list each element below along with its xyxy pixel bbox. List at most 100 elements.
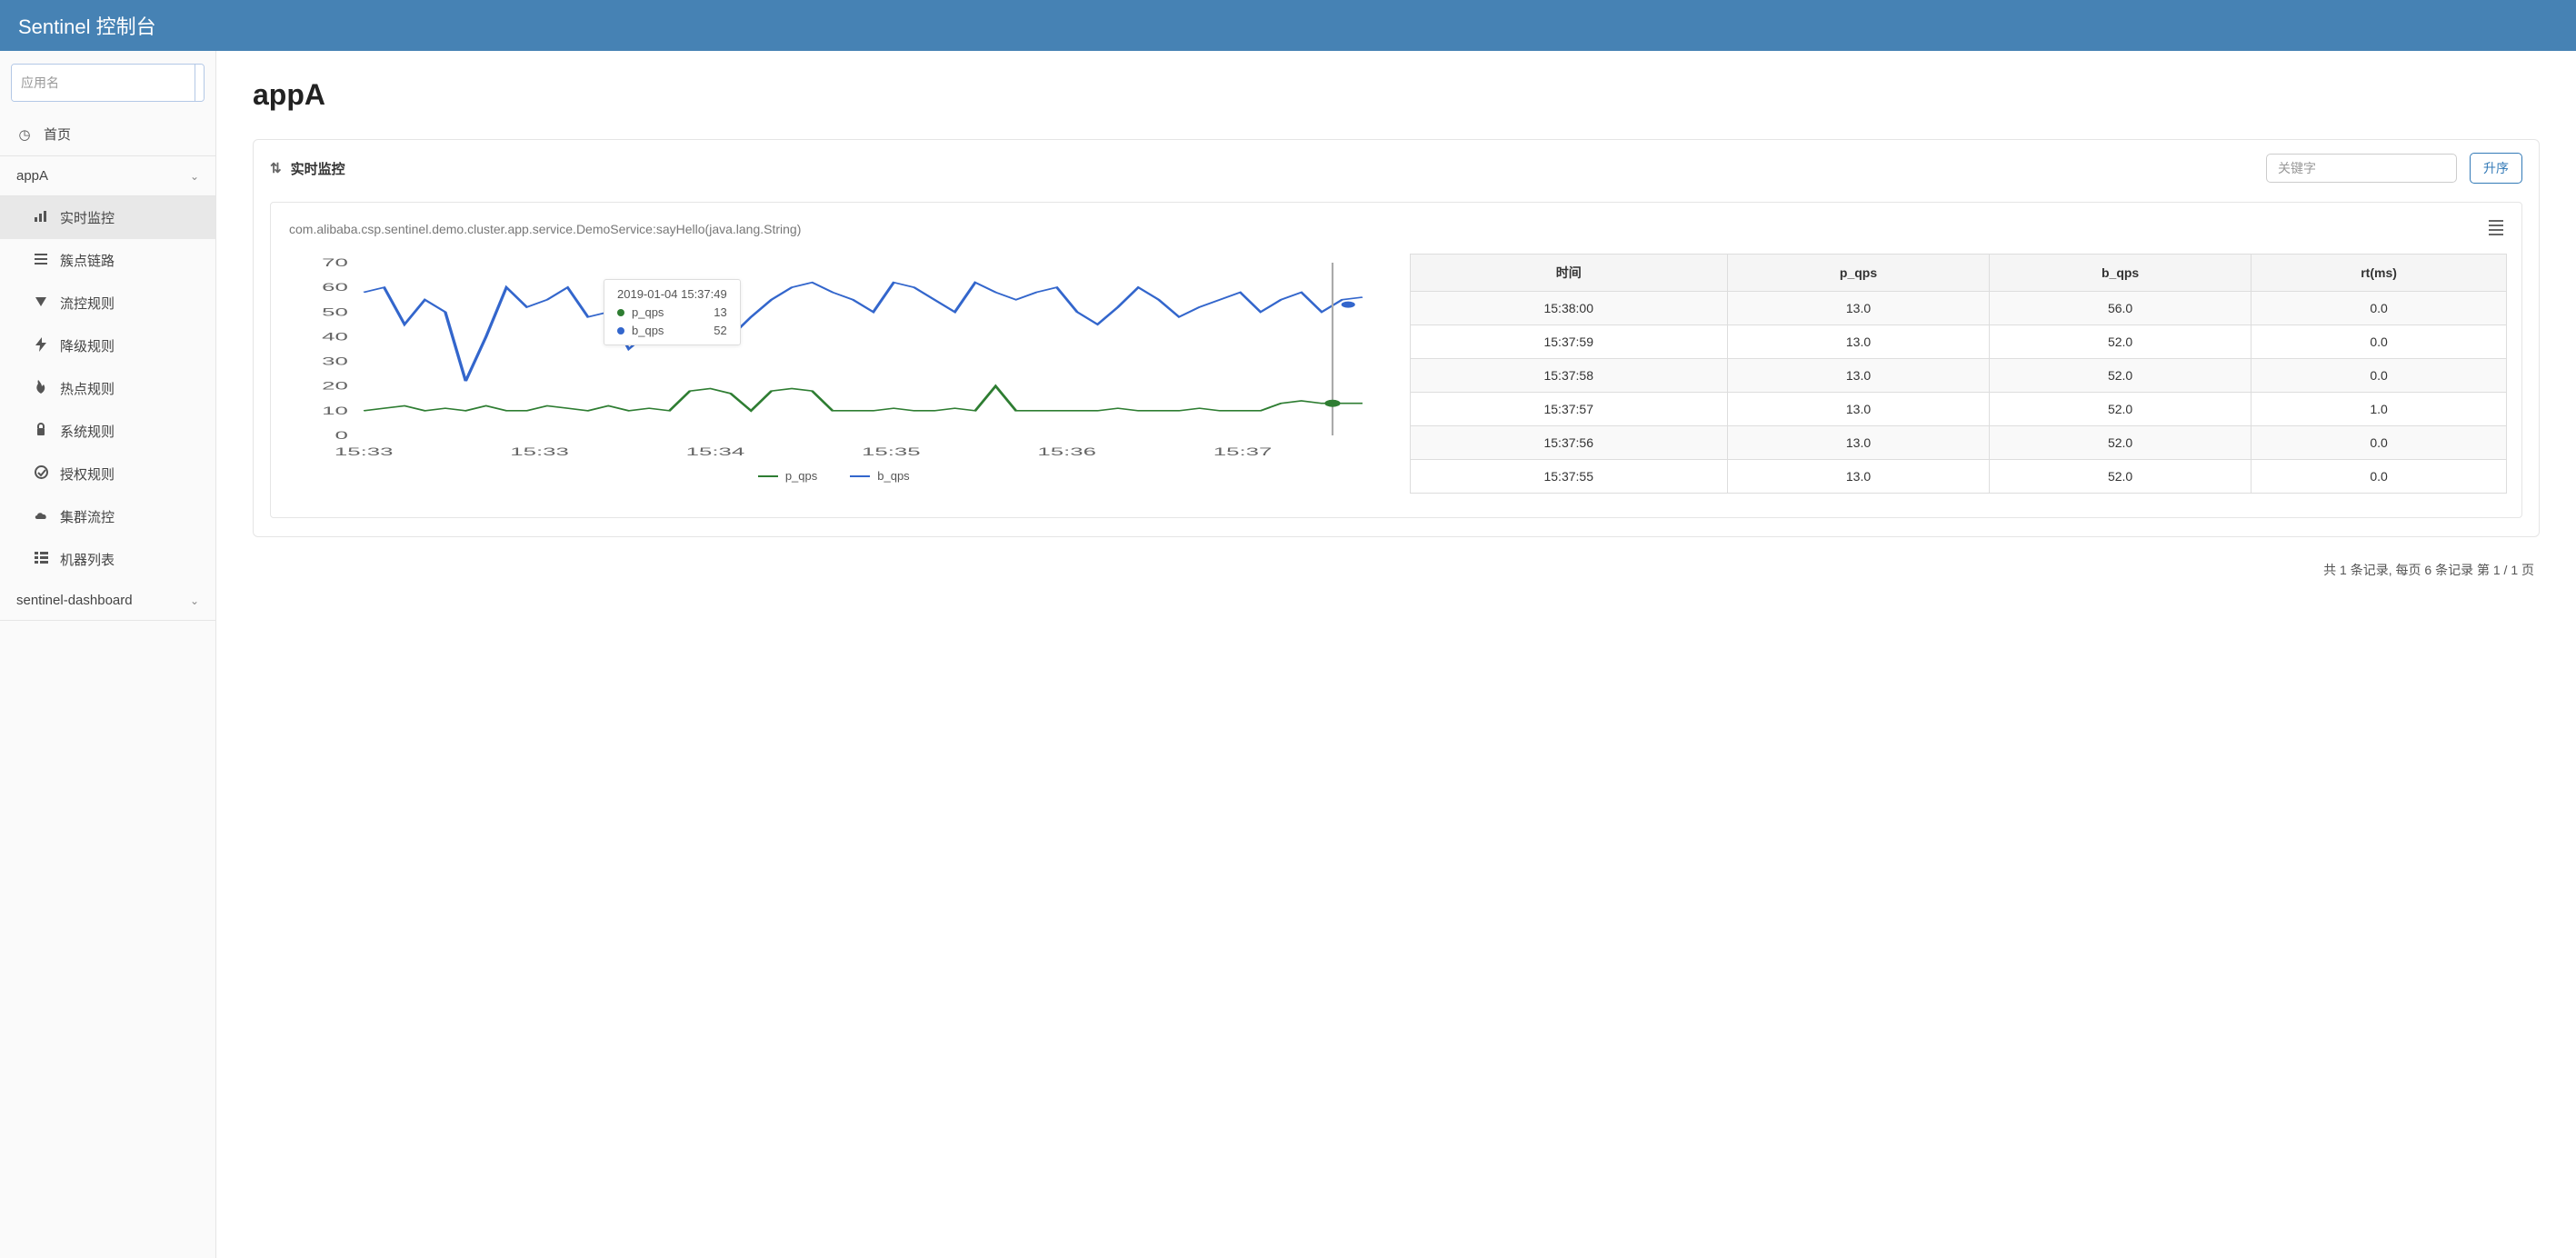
table-row: 15:38:0013.056.00.0	[1410, 292, 2507, 325]
resource-name: com.alibaba.csp.sentinel.demo.cluster.ap…	[289, 222, 801, 236]
sidebar-item-param[interactable]: 热点规则	[0, 367, 215, 410]
resource-panel: com.alibaba.csp.sentinel.demo.cluster.ap…	[270, 202, 2522, 518]
table-cell: 52.0	[1990, 325, 2252, 359]
sidebar-item-label: 流控规则	[60, 294, 115, 313]
table-cell: 52.0	[1990, 426, 2252, 460]
sidebar-item-label: 实时监控	[60, 208, 115, 227]
table-cell: 13.0	[1727, 325, 1989, 359]
table-cell: 0.0	[2252, 460, 2507, 494]
authority-icon	[33, 465, 49, 483]
svg-text:70: 70	[322, 257, 348, 269]
sidebar-item-label: 降级规则	[60, 336, 115, 355]
degrade-icon	[33, 337, 49, 355]
hamburger-icon[interactable]	[2489, 217, 2503, 241]
tooltip-series-name: p_qps	[632, 305, 664, 319]
sidebar-item-identity[interactable]: 簇点链路	[0, 239, 215, 282]
sidebar-item-system[interactable]: 系统规则	[0, 410, 215, 453]
table-cell: 15:37:57	[1410, 393, 1727, 426]
table-cell: 15:37:58	[1410, 359, 1727, 393]
svg-text:15:37: 15:37	[1213, 446, 1273, 458]
panel-title: 实时监控	[291, 159, 345, 178]
metric-table: 时间p_qpsb_qpsrt(ms) 15:38:0013.056.00.015…	[1410, 254, 2508, 494]
sidebar-item-label: 簇点链路	[60, 251, 115, 270]
table-cell: 0.0	[2252, 426, 2507, 460]
table-row: 15:37:5713.052.01.0	[1410, 393, 2507, 426]
table-cell: 0.0	[2252, 359, 2507, 393]
cluster-icon	[33, 509, 49, 524]
table-cell: 52.0	[1990, 359, 2252, 393]
table-row: 15:37:5913.052.00.0	[1410, 325, 2507, 359]
svg-text:20: 20	[322, 381, 348, 393]
table-cell: 0.0	[2252, 292, 2507, 325]
legend-label: p_qps	[785, 469, 817, 483]
table-cell: 13.0	[1727, 460, 1989, 494]
tooltip-series-value: 13	[714, 305, 726, 319]
chart-legend: p_qps b_qps	[285, 469, 1383, 483]
dot-icon	[617, 327, 624, 334]
sidebar-item-degrade[interactable]: 降级规则	[0, 324, 215, 367]
table-cell: 52.0	[1990, 460, 2252, 494]
table-cell: 1.0	[2252, 393, 2507, 426]
svg-text:0: 0	[335, 430, 348, 442]
svg-text:15:36: 15:36	[1037, 446, 1096, 458]
sidebar-item-authority[interactable]: 授权规则	[0, 453, 215, 495]
flow-icon	[33, 295, 49, 312]
identity-icon	[33, 253, 49, 269]
metric-panel: ⇅ 实时监控 升序 com.alibaba.csp.sentinel.demo.…	[253, 139, 2540, 537]
table-header: b_qps	[1990, 255, 2252, 292]
sidebar-app-sentinel-dashboard[interactable]: sentinel-dashboard⌄	[0, 581, 215, 621]
machine-icon	[33, 552, 49, 567]
table-header: 时间	[1410, 255, 1727, 292]
svg-text:15:33: 15:33	[334, 446, 394, 458]
table-cell: 13.0	[1727, 292, 1989, 325]
table-row: 15:37:5613.052.00.0	[1410, 426, 2507, 460]
table-cell: 13.0	[1727, 426, 1989, 460]
sidebar-item-machine[interactable]: 机器列表	[0, 538, 215, 581]
legend-swatch-icon	[758, 475, 778, 477]
table-cell: 15:37:59	[1410, 325, 1727, 359]
app-title: Sentinel 控制台	[18, 15, 156, 38]
table-cell: 15:38:00	[1410, 292, 1727, 325]
sort-order-icon: ⇅	[270, 160, 282, 176]
metric-chart: 01020304050607015:3315:3315:3415:3515:36…	[285, 254, 1383, 499]
svg-text:15:34: 15:34	[686, 446, 745, 458]
app-search-input[interactable]	[12, 65, 195, 101]
system-icon	[33, 423, 49, 440]
chevron-down-icon: ⌄	[190, 594, 199, 607]
app-search-button[interactable]: 搜索	[195, 65, 205, 101]
sidebar-item-cluster[interactable]: 集群流控	[0, 495, 215, 538]
legend-label: b_qps	[877, 469, 909, 483]
table-header: rt(ms)	[2252, 255, 2507, 292]
table-cell: 15:37:56	[1410, 426, 1727, 460]
sidebar-item-label: 系统规则	[60, 422, 115, 441]
svg-text:30: 30	[322, 355, 348, 367]
svg-text:15:35: 15:35	[862, 446, 921, 458]
sidebar-item-flow[interactable]: 流控规则	[0, 282, 215, 324]
legend-item: b_qps	[850, 469, 909, 483]
table-cell: 56.0	[1990, 292, 2252, 325]
tooltip-time: 2019-01-04 15:37:49	[617, 287, 727, 301]
table-header: p_qps	[1727, 255, 1989, 292]
chart-tooltip: 2019-01-04 15:37:49 p_qps 13	[604, 279, 741, 345]
sidebar-item-label: 集群流控	[60, 507, 115, 526]
nav-home[interactable]: ◷ 首页	[0, 113, 215, 156]
sort-button[interactable]: 升序	[2470, 153, 2522, 184]
sidebar-item-label: 机器列表	[60, 550, 115, 569]
sidebar-app-appA[interactable]: appA⌄	[0, 156, 215, 196]
tooltip-series-value: 52	[714, 324, 726, 337]
sidebar-item-label: 授权规则	[60, 464, 115, 484]
table-row: 15:37:5513.052.00.0	[1410, 460, 2507, 494]
table-cell: 15:37:55	[1410, 460, 1727, 494]
dot-icon	[617, 309, 624, 316]
app-search: 搜索	[11, 64, 205, 102]
table-cell: 13.0	[1727, 359, 1989, 393]
sidebar: 搜索 ◷ 首页 appA⌄ 实时监控簇点链路流控规则降级规则热点规则系统规则授权规…	[0, 51, 216, 1258]
svg-text:40: 40	[322, 331, 348, 343]
chevron-down-icon: ⌄	[190, 170, 199, 183]
metric-icon	[33, 210, 49, 226]
nav-home-label: 首页	[44, 125, 71, 144]
legend-swatch-icon	[850, 475, 870, 477]
table-cell: 0.0	[2252, 325, 2507, 359]
sidebar-item-metric[interactable]: 实时监控	[0, 196, 215, 239]
keyword-input[interactable]	[2266, 154, 2457, 183]
